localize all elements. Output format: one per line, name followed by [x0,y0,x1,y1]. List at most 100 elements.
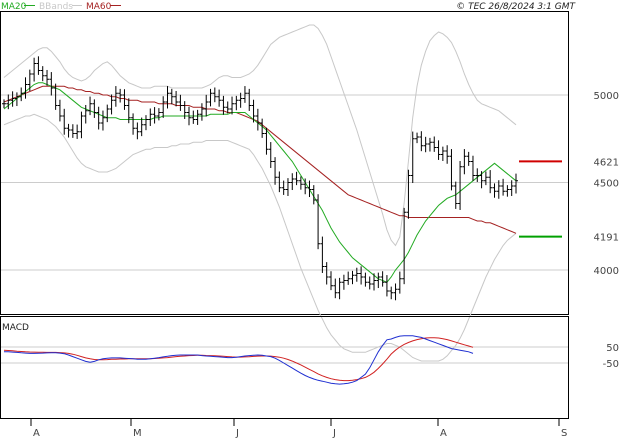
bbands-lower-line [3,113,517,362]
price-bar [397,271,402,294]
price-bar [475,168,480,182]
legend: MA20 BBands MA60 [1,2,121,12]
price-bar [402,207,407,285]
price-bar [324,262,329,285]
copyright-text: © TEC 26/8/2024 3:1 GMT [456,2,576,12]
price-bar [135,122,140,140]
price-bar [57,99,62,122]
macd-axis-labels: 50-50 [603,343,619,370]
price-bar [458,160,463,210]
price-bar [70,124,75,138]
legend-bbands-label: BBands [39,2,73,12]
price-bar [208,88,213,107]
macd-line [4,335,474,385]
price-bar [75,124,80,139]
legend-ma20-label: MA20 [1,2,27,12]
price-bar [27,69,32,91]
price-bar [96,106,101,130]
price-bar [307,180,312,198]
price-bar [109,94,114,115]
price-bar [260,118,265,138]
x-axis-month-label: A [440,428,447,439]
price-bar [143,115,148,131]
price-bar [32,57,37,82]
price-panel-frame [0,11,569,315]
x-axis-month-label: J [332,428,336,439]
target-label-high: 4621 [594,157,619,168]
macd-title: MACD [2,323,29,333]
price-bar [359,266,364,285]
price-bar [178,94,183,111]
price-bar [393,283,398,301]
price-bar [268,142,273,168]
x-axis-month-label: M [133,428,142,439]
price-bar [277,171,282,193]
price-bar [83,104,88,124]
price-bar [449,149,454,191]
macd-tick-label: -50 [603,359,619,370]
legend-ma60-label: MA60 [86,2,112,12]
price-bar [217,89,222,107]
price-bar [221,95,226,115]
price-bar [466,151,471,166]
price-bar [462,149,467,175]
price-bar [40,66,45,82]
price-bar [66,123,71,138]
price-bar [156,108,161,121]
price-bar [367,276,372,290]
price-bar [488,170,493,194]
price-bar [419,131,424,152]
price-bar [410,131,415,184]
x-axis-month-label: J [235,428,239,439]
price-bar [234,95,239,111]
price-bar [415,132,420,144]
price-bar [316,194,321,250]
price-bar [290,173,295,191]
price-bars [2,56,518,301]
target-label-low: 4191 [594,233,619,244]
price-bar [440,146,445,161]
macd-gridlines [1,346,568,364]
price-bar [152,107,157,124]
price-bar [247,88,252,111]
price-bar [273,157,278,185]
price-bar [470,155,475,181]
x-axis-month-label: S [561,428,567,439]
price-bar [432,136,437,152]
price-bar [384,275,389,297]
price-bar [505,185,510,197]
price-bar [131,113,136,135]
price-axis-labels: 4000 4500 5000 [594,91,619,277]
price-bar [191,110,196,124]
price-bar [169,88,174,105]
price-bar [479,171,484,189]
price-bar [380,271,385,287]
price-bar [514,173,518,194]
price-bar [195,109,200,125]
x-axis: AMJJAS [30,419,567,439]
price-bar [204,94,209,117]
bbands-upper-line [3,24,517,247]
price-bar [118,88,123,103]
price-bar [320,236,325,273]
price-bar [436,140,441,160]
price-bar [62,108,67,135]
price-bar [88,96,93,116]
price-bar [255,108,260,131]
price-bar [483,171,488,186]
price-bar [294,171,299,186]
price-bar [36,56,41,75]
price-bar [161,96,166,118]
price-bar [341,274,346,290]
price-bar [423,136,428,153]
price-bar [230,96,235,115]
price-tick-label: 5000 [594,91,619,102]
price-bar [496,180,501,199]
x-axis-month-label: A [33,428,40,439]
price-tick-label: 4500 [594,179,619,190]
price-bar [389,286,394,300]
price-bar [337,277,342,300]
price-bar [346,271,351,285]
price-bar [105,104,110,123]
ma60-line [3,85,517,234]
